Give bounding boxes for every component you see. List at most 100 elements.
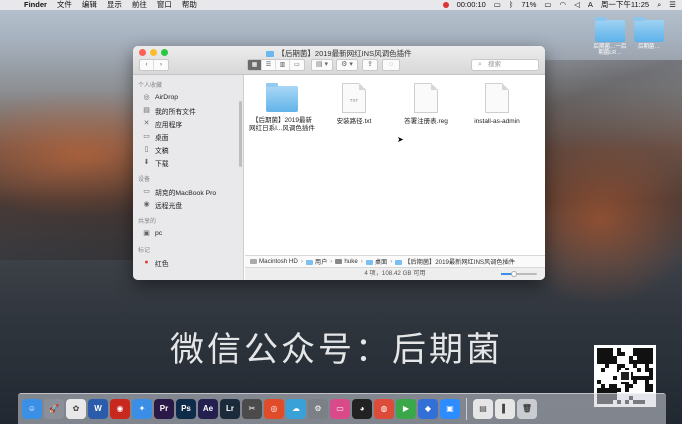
sidebar-section-shared: 共享的	[138, 219, 157, 225]
dock-separator	[466, 398, 467, 420]
safari-icon[interactable]: ✦	[132, 399, 152, 419]
document-icon	[485, 83, 509, 113]
launchpad-icon[interactable]: 🚀	[44, 399, 64, 419]
sidebar-item-downloads[interactable]: ⬇ 下载	[133, 156, 243, 169]
battery-icon[interactable]: ▭	[544, 0, 551, 10]
qq-icon[interactable]: ◕	[352, 399, 372, 419]
cloud-icon[interactable]: ☁	[286, 399, 306, 419]
sidebar-item-desktop[interactable]: ▭ 桌面	[133, 130, 243, 143]
menu-window[interactable]: 窗口	[157, 0, 172, 10]
menu-clock[interactable]: 周一下午11:25	[601, 0, 649, 10]
forward-button[interactable]: ›	[154, 60, 168, 70]
icon-view-button[interactable]: ▦	[248, 60, 262, 70]
lightroom-icon[interactable]: Lr	[220, 399, 240, 419]
sidebar-scrollbar[interactable]	[239, 101, 242, 167]
desktop-folder-icon[interactable]: 后期菌…一后期菌LR…	[593, 17, 627, 60]
photos-icon[interactable]: ✿	[66, 399, 86, 419]
list-view-button[interactable]: ☰	[262, 60, 276, 70]
file-area: 【后期菌】2019最新网红日系I...风调色插件 TXT 安装路径.txt 答署…	[245, 75, 545, 255]
status-bar: 4 项，108.42 GB 可用	[245, 267, 545, 280]
sidebar-section-tags: 标记	[138, 248, 151, 254]
zoom-icon[interactable]: ▣	[440, 399, 460, 419]
volume-icon[interactable]: ◁	[574, 0, 580, 10]
arrange-button[interactable]: ▤ ▾	[311, 59, 333, 71]
downloads-icon: ⬇	[143, 158, 150, 166]
menu-edit[interactable]: 编辑	[82, 0, 97, 10]
sidebar-section-devices: 设备	[138, 177, 151, 183]
path-item[interactable]: 桌面	[365, 257, 387, 266]
disc-icon: ◉	[143, 200, 150, 208]
finder-window-icon[interactable]: ▤	[473, 399, 493, 419]
doc-window-icon[interactable]: ▌	[495, 399, 515, 419]
tags-button[interactable]: ◌	[382, 59, 400, 71]
video-icon[interactable]: ▶	[396, 399, 416, 419]
system-preferences-icon[interactable]: ⚙	[308, 399, 328, 419]
menu-help[interactable]: 帮助	[182, 0, 197, 10]
menu-view[interactable]: 显示	[107, 0, 122, 10]
desktop-folder-label: 后期菌…一后期菌LR…	[593, 44, 627, 56]
text-document-icon: TXT	[342, 83, 366, 113]
finder-icon[interactable]: ☺	[22, 399, 42, 419]
folder-icon	[266, 51, 275, 57]
desktop-folder-label: 后期菌…	[637, 44, 660, 50]
battery-percent[interactable]: 71%	[521, 0, 536, 10]
sidebar-item-all-files[interactable]: ▤ 我的所有文件	[133, 104, 243, 117]
folder-icon	[634, 17, 664, 42]
notification-center-icon[interactable]: ☰	[669, 0, 676, 10]
path-item[interactable]: 用户	[305, 257, 327, 266]
airplay-icon[interactable]: ▭	[494, 0, 501, 10]
cover-flow-button[interactable]: ▭	[290, 60, 304, 70]
path-item[interactable]: Macintosh HD	[250, 258, 298, 265]
sidebar-item-tag-red[interactable]: ● 红色	[133, 256, 243, 269]
bluetooth-icon[interactable]: ᛒ	[509, 0, 514, 10]
weibo-icon[interactable]: ◎	[264, 399, 284, 419]
chrome-icon[interactable]: ◍	[374, 399, 394, 419]
red-tag-icon: ●	[144, 258, 149, 266]
file-item-txt[interactable]: TXT 安装路径.txt	[321, 83, 387, 126]
word-icon[interactable]: W	[88, 399, 108, 419]
input-method-icon[interactable]: A	[588, 0, 593, 10]
sidebar-item-documents[interactable]: ▯ 文稿	[133, 143, 243, 156]
trash-icon[interactable]: 🗑	[517, 399, 537, 419]
menu-finder[interactable]: Finder	[24, 0, 47, 10]
path-item[interactable]: 【后期菌】2019最新网红INS风调色插件	[395, 257, 515, 266]
sidebar-item-applications[interactable]: ✕ 应用程序	[133, 117, 243, 130]
menu-go[interactable]: 前往	[132, 0, 147, 10]
back-button[interactable]: ‹	[140, 60, 154, 70]
sidebar-item-remote-disc[interactable]: ◉ 远程光盘	[133, 198, 243, 211]
nav-buttons: ‹ ›	[139, 59, 169, 71]
file-name: 【后期菌】2019最新网红日系I...风调色插件	[249, 117, 315, 132]
photoshop-icon[interactable]: Ps	[176, 399, 196, 419]
path-item[interactable]: huke	[335, 258, 358, 265]
mouse-cursor-icon: ➤	[397, 135, 404, 144]
file-item-reg[interactable]: 答署注册表.reg	[393, 83, 459, 126]
column-view-button[interactable]: ▥	[276, 60, 290, 70]
sidebar-item-airdrop[interactable]: ◎ AirDrop	[133, 91, 243, 104]
premiere-icon[interactable]: Pr	[154, 399, 174, 419]
file-name: 安装路径.txt	[336, 118, 372, 125]
menu-file[interactable]: 文件	[57, 0, 72, 10]
netease-music-icon[interactable]: ◉	[110, 399, 130, 419]
window-titlebar: 【后期菌】2019最新网红INS风调色插件 ‹ › ▦ ☰ ▥ ▭ ▤ ▾ ⚙ …	[133, 46, 545, 75]
desktop-icon: ▭	[143, 132, 150, 140]
sidebar-item-pc[interactable]: ▣ pc	[133, 227, 243, 240]
window-title: 【后期菌】2019最新网红INS风调色插件	[133, 48, 545, 59]
baidu-icon[interactable]: ◆	[418, 399, 438, 419]
search-input[interactable]: ⌕ 搜索	[471, 59, 539, 71]
folder-icon	[266, 83, 298, 112]
final-cut-icon[interactable]: ✂	[242, 399, 262, 419]
display-icon[interactable]: ▭	[330, 399, 350, 419]
icon-size-slider[interactable]	[501, 271, 537, 277]
all-files-icon: ▤	[143, 106, 150, 114]
search-icon[interactable]: ⌕	[657, 0, 661, 10]
file-item-install[interactable]: install-as-admin	[464, 83, 530, 126]
apple-icon[interactable]	[6, 0, 16, 10]
wifi-icon[interactable]: ◠	[560, 0, 567, 10]
action-button[interactable]: ⚙ ▾	[336, 59, 358, 71]
sidebar-item-macbook[interactable]: ▭ 胡克的MacBook Pro	[133, 185, 243, 198]
after-effects-icon[interactable]: Ae	[198, 399, 218, 419]
file-item-folder[interactable]: 【后期菌】2019最新网红日系I...风调色插件	[249, 83, 315, 133]
record-icon[interactable]	[442, 0, 449, 10]
desktop-folder-icon[interactable]: 后期菌…	[632, 17, 666, 60]
share-button[interactable]: ⇪	[362, 59, 378, 71]
